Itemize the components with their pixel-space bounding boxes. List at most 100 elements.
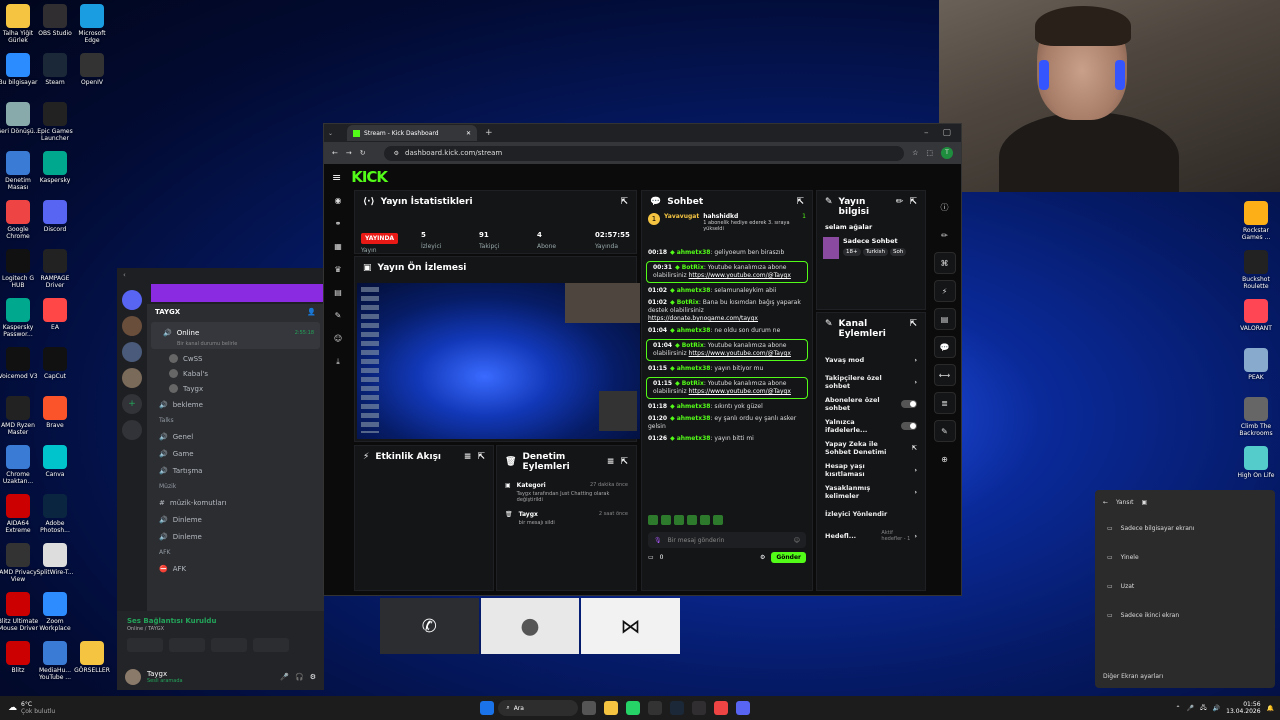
- tab-list-icon[interactable]: ⌄: [328, 130, 333, 137]
- obs-taskbar-icon[interactable]: [692, 701, 707, 715]
- extensions-icon[interactable]: ⬚: [926, 149, 933, 157]
- chat-input[interactable]: 🎙 Bir mesaj gönderin ☺: [648, 532, 806, 548]
- chat-username[interactable]: ahmetx38: [677, 249, 711, 256]
- chat-username[interactable]: BotRix: [682, 380, 704, 387]
- toggle-switch[interactable]: [901, 422, 917, 430]
- desktop-icon[interactable]: Discord: [33, 200, 77, 233]
- mod-user[interactable]: Taygx: [519, 511, 538, 518]
- gear-icon[interactable]: ⚙: [310, 673, 316, 681]
- chat-message[interactable]: 01:20 ◆ ahmetx38: ey şanlı ordu ey şanlı a…: [642, 413, 812, 433]
- layers-icon[interactable]: ≣: [933, 392, 956, 414]
- desktop-icon[interactable]: OpenIV: [70, 53, 114, 86]
- discord-taskbar-icon[interactable]: [736, 701, 751, 715]
- call-thumbnail[interactable]: ●: [480, 598, 580, 654]
- clock-time[interactable]: 01:56: [1226, 701, 1260, 708]
- channel-action[interactable]: Hesap yaşı kısıtlaması ›: [817, 459, 925, 481]
- channel-item[interactable]: 🔊 Dinleme: [147, 511, 324, 528]
- channel-action[interactable]: Hedefl... Aktif hedefler - 1 ›: [817, 525, 925, 547]
- popout-icon[interactable]: ⇱: [909, 197, 917, 207]
- site-info-icon[interactable]: ⚙: [394, 150, 399, 157]
- project-option[interactable]: ▭ Yinele: [1095, 543, 1275, 572]
- link-icon[interactable]: ⟷: [933, 364, 956, 386]
- category-music[interactable]: Müzik: [147, 479, 324, 494]
- channel-item[interactable]: 🔊 Genel: [147, 428, 324, 445]
- add-user-icon[interactable]: 👤: [307, 308, 316, 316]
- back-icon[interactable]: ←: [1103, 499, 1108, 506]
- wrench-icon[interactable]: ✎: [333, 311, 343, 321]
- taskbar-search[interactable]: ⌕ Ara: [498, 700, 579, 716]
- emoji-icon[interactable]: ☺: [794, 537, 800, 544]
- weather-icon[interactable]: ☁: [8, 703, 17, 713]
- steam-taskbar-icon[interactable]: [670, 701, 685, 715]
- chat-username[interactable]: ahmetx38: [677, 403, 711, 410]
- chart-icon[interactable]: ▦: [333, 242, 343, 252]
- add-widget-icon[interactable]: ⊕: [934, 448, 956, 470]
- chat-message[interactable]: 01:15 ◆ BotRix: Youtube kanalımıza abone o…: [646, 377, 808, 399]
- voice-status[interactable]: Bir kanal durumu belirle: [151, 341, 320, 347]
- new-tab-icon[interactable]: +: [485, 128, 493, 138]
- chat-username[interactable]: ahmetx38: [677, 415, 711, 422]
- toggle-switch[interactable]: [901, 400, 917, 408]
- bookmark-star-icon[interactable]: ☆: [912, 149, 918, 157]
- stream-preview[interactable]: [357, 283, 640, 439]
- category-thumbnail[interactable]: [823, 237, 839, 259]
- other-display-settings[interactable]: Diğer Ekran ayarları: [1103, 673, 1163, 680]
- weather-temp[interactable]: 6°C: [21, 701, 55, 708]
- trophy-icon[interactable]: ♛: [333, 265, 343, 275]
- popout-icon[interactable]: ⇱: [909, 319, 917, 329]
- chat-message[interactable]: 00:18 ◆ ahmetx38: geliyoeum ben biraszıb: [642, 247, 812, 259]
- broadcast-icon[interactable]: ◉: [333, 196, 343, 206]
- chat-message[interactable]: 01:02 ◆ BotRix: Bana bu kısımdan bağış yap…: [642, 297, 812, 325]
- server-icon[interactable]: [122, 316, 142, 336]
- wrench-icon[interactable]: ✎: [933, 420, 956, 442]
- chat-link[interactable]: https://www.youtube.com/@Taygx: [689, 350, 791, 357]
- desktop-icon[interactable]: Brave: [33, 396, 77, 429]
- forward-icon[interactable]: →: [346, 149, 352, 157]
- minimize-icon[interactable]: –: [924, 128, 929, 138]
- chrome-taskbar-icon[interactable]: [714, 701, 729, 715]
- desktop-icon[interactable]: Kaspersky: [33, 151, 77, 184]
- chat-link[interactable]: https://www.youtube.com/@Taygx: [689, 388, 791, 395]
- call-thumbnail[interactable]: ⋈: [581, 598, 681, 654]
- edit-icon[interactable]: ✏: [896, 197, 904, 207]
- chat-message[interactable]: 01:15 ◆ ahmetx38: yayın bitiyor mu: [642, 363, 812, 375]
- desktop-icon[interactable]: Adobe Photosh...: [33, 494, 77, 534]
- project-option[interactable]: ▭ Sadece ikinci ekran: [1095, 601, 1275, 630]
- chat-username[interactable]: BotRix: [682, 264, 704, 271]
- desktop-icon[interactable]: VALORANT: [1234, 299, 1278, 332]
- inbox-icon[interactable]: ▭: [648, 554, 654, 561]
- voice-channel-name[interactable]: Online: [177, 329, 290, 337]
- users-icon[interactable]: ☺: [333, 334, 343, 344]
- channel-action[interactable]: Yapay Zeka ile Sohbet Denetimi ⇱: [817, 437, 925, 459]
- desktop-icon[interactable]: GÖRSELLER: [70, 641, 114, 674]
- chat-message[interactable]: 01:02 ◆ ahmetx38: selamunaleykim abii: [642, 285, 812, 297]
- mod-item[interactable]: 🗑 Taygx 2 saat önce bir mesajı sildi: [497, 507, 636, 530]
- popout-icon[interactable]: ⇱: [620, 197, 628, 207]
- desktop-icon[interactable]: High On Life: [1234, 446, 1278, 479]
- tag-chip[interactable]: 18+: [843, 248, 861, 256]
- notifications-icon[interactable]: 🔔: [1267, 705, 1274, 712]
- mic-icon[interactable]: 🎤: [280, 673, 289, 681]
- network-icon[interactable]: 🖧: [1200, 703, 1207, 713]
- desktop-icon[interactable]: RAMPAGE Driver: [33, 249, 77, 289]
- emote-icon[interactable]: [648, 515, 658, 525]
- address-bar[interactable]: ⚙ dashboard.kick.com/stream: [383, 145, 905, 161]
- call-thumbnail[interactable]: ✆: [380, 598, 479, 654]
- emote-icon[interactable]: [674, 515, 684, 525]
- camera-button[interactable]: [127, 638, 163, 652]
- activities-button[interactable]: [211, 638, 247, 652]
- channel-item[interactable]: 🔊 Tartışma: [147, 462, 324, 479]
- maximize-icon[interactable]: ▢: [942, 128, 951, 138]
- channel-item[interactable]: 🔊 Dinleme: [147, 528, 324, 545]
- category-name[interactable]: Sadece Sohbet: [843, 237, 919, 245]
- weather-text[interactable]: Çok bulutlu: [21, 708, 55, 715]
- desktop-icon[interactable]: EA: [33, 298, 77, 331]
- discord-home-icon[interactable]: [122, 290, 142, 310]
- desktop-icon[interactable]: PEAK: [1234, 348, 1278, 381]
- pinned-gift-user[interactable]: hahshidkd: [703, 213, 798, 220]
- chat-message[interactable]: 01:04 ◆ BotRix: Youtube kanalımıza abone o…: [646, 339, 808, 361]
- avatar[interactable]: [125, 668, 141, 685]
- chat-message[interactable]: 01:26 ◆ ahmetx38: yayın bitti mi: [642, 433, 812, 445]
- chat-icon[interactable]: 💬: [933, 336, 956, 358]
- add-server-icon[interactable]: +: [122, 394, 142, 414]
